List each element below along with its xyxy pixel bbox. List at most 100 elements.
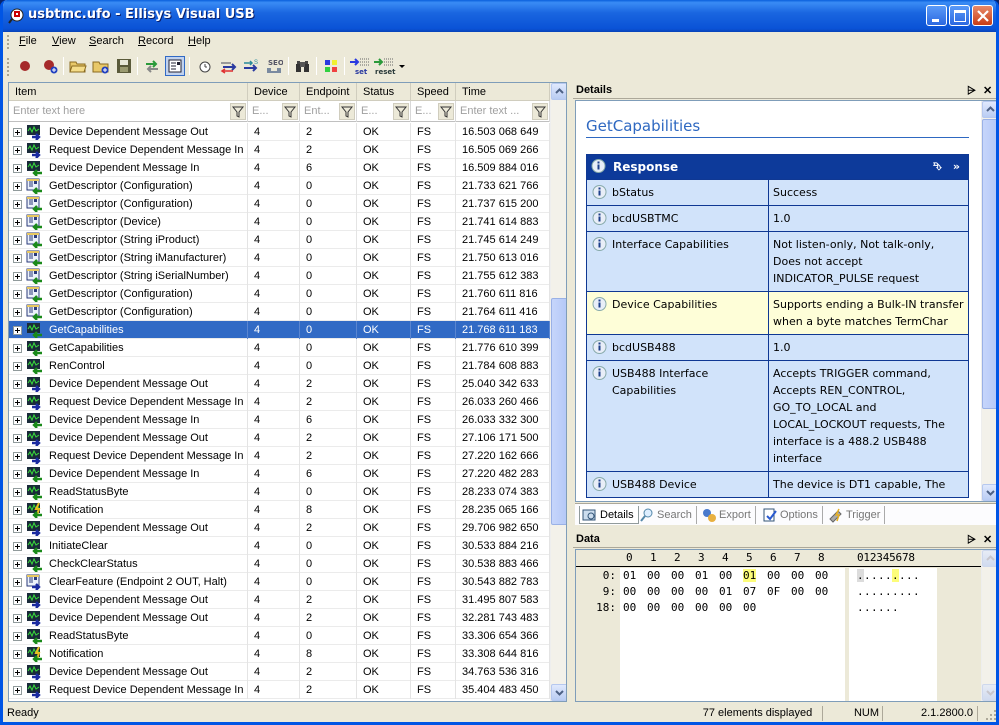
open-add-button[interactable]	[91, 56, 111, 76]
toolbar-overflow-button[interactable]	[397, 56, 407, 76]
ascii-char[interactable]: .	[864, 569, 871, 582]
hex-byte[interactable]: 00	[695, 585, 708, 598]
ascii-char[interactable]: .	[885, 569, 892, 582]
ascii-char[interactable]: .	[878, 601, 885, 614]
expand-toggle[interactable]	[13, 668, 22, 677]
expand-toggle[interactable]	[13, 182, 22, 191]
details-view-button[interactable]	[165, 56, 185, 76]
table-row[interactable]: Device Dependent Message Out 4 2 OK FS 27.106…	[9, 429, 550, 447]
ascii-char[interactable]: .	[871, 585, 878, 598]
expand-toggle[interactable]	[13, 272, 22, 281]
filter-funnel-button[interactable]	[393, 103, 409, 120]
table-row[interactable]: Notification 4 8 OK FS 33.308 644 816	[9, 645, 550, 663]
expand-right-icon[interactable]: »	[953, 155, 960, 179]
expand-toggle[interactable]	[13, 578, 22, 587]
tab-trigger[interactable]: Trigger	[826, 506, 886, 524]
table-row[interactable]: Request Device Dependent Message In 4 2 OK F…	[9, 141, 550, 159]
table-row[interactable]: Device Dependent Message Out 4 2 OK FS 31.495…	[9, 591, 550, 609]
filter-item-input[interactable]: Enter text here	[9, 101, 248, 122]
filter-funnel-button[interactable]	[339, 103, 355, 120]
hex-byte[interactable]: 00	[815, 585, 828, 598]
table-row[interactable]: GetDescriptor (Configuration) 4 0 OK FS 21.76…	[9, 285, 550, 303]
find-button[interactable]	[293, 56, 313, 76]
table-row[interactable]: GetDescriptor (Configuration) 4 0 OK FS 21.73…	[9, 195, 550, 213]
ascii-char[interactable]: .	[913, 585, 920, 598]
menu-search[interactable]: Search	[89, 35, 124, 47]
column-header-time[interactable]: Time	[456, 83, 550, 101]
ascii-char[interactable]: .	[892, 585, 899, 598]
hex-byte[interactable]: 00	[671, 601, 684, 614]
pane-splitter[interactable]	[568, 82, 574, 702]
ascii-char[interactable]: .	[857, 585, 864, 598]
column-header-device[interactable]: Device	[248, 83, 300, 101]
table-row[interactable]: Notification 4 8 OK FS 28.235 065 166	[9, 501, 550, 519]
hex-byte[interactable]: 00	[623, 601, 636, 614]
expand-toggle[interactable]	[13, 632, 22, 641]
filter-funnel-button[interactable]	[230, 103, 246, 120]
expand-toggle[interactable]	[13, 218, 22, 227]
hex-byte[interactable]: 07	[743, 585, 756, 598]
ascii-char[interactable]: .	[871, 601, 878, 614]
table-row[interactable]: Device Dependent Message Out 4 2 OK FS 29.706…	[9, 519, 550, 537]
close-pane-icon[interactable]: ✕	[983, 83, 992, 100]
data-scroll-down-button[interactable]	[982, 684, 996, 701]
table-row[interactable]: ReadStatusByte 4 0 OK FS 33.306 654 366	[9, 627, 550, 645]
hex-byte[interactable]: 00	[623, 585, 636, 598]
menu-view[interactable]: View	[52, 35, 76, 47]
ascii-char[interactable]: .	[857, 569, 864, 582]
expand-toggle[interactable]	[13, 128, 22, 137]
table-row[interactable]: CheckClearStatus 4 0 OK FS 30.538 883 466	[9, 555, 550, 573]
filter-funnel-button[interactable]	[532, 103, 548, 120]
ascii-char[interactable]: .	[892, 601, 899, 614]
ascii-char[interactable]: .	[878, 569, 885, 582]
filter-device-input[interactable]: E...	[248, 101, 300, 122]
scroll-up-button[interactable]	[551, 83, 566, 100]
expand-toggle[interactable]	[13, 236, 22, 245]
close-pane-icon[interactable]: ✕	[983, 532, 992, 549]
filter-funnel-button[interactable]	[282, 103, 298, 120]
ascii-char[interactable]: .	[864, 601, 871, 614]
transfers-button[interactable]	[218, 56, 238, 76]
tab-search[interactable]: Search	[637, 506, 697, 524]
pin-icon[interactable]: ⩥	[967, 532, 976, 549]
table-row[interactable]: GetDescriptor (Configuration) 4 0 OK FS 21.76…	[9, 303, 550, 321]
ascii-char[interactable]: .	[906, 585, 913, 598]
column-header-status[interactable]: Status	[357, 83, 411, 101]
ascii-char[interactable]: .	[871, 569, 878, 582]
table-row[interactable]: Request Device Dependent Message In 4 2 OK F…	[9, 393, 550, 411]
expand-toggle[interactable]	[13, 506, 22, 515]
detail-field-row[interactable]: Interface Capabilities Not listen-only, N…	[587, 231, 968, 291]
expand-toggle[interactable]	[13, 416, 22, 425]
list-scrollbar[interactable]	[550, 83, 566, 701]
set-button[interactable]: set	[349, 56, 371, 76]
detail-field-row[interactable]: bcdUSB488 1.0	[587, 334, 968, 360]
table-row[interactable]: Device Dependent Message Out 4 2 OK FS 25.040…	[9, 375, 550, 393]
ascii-char[interactable]: .	[885, 585, 892, 598]
ascii-char[interactable]: .	[892, 569, 899, 582]
table-row[interactable]: ReadStatusByte 4 0 OK FS 28.233 074 383	[9, 483, 550, 501]
details-scroll-up-button[interactable]	[982, 101, 996, 118]
ascii-char[interactable]: .	[906, 569, 913, 582]
filter-speed-input[interactable]: E...	[411, 101, 456, 122]
expand-toggle[interactable]	[13, 380, 22, 389]
expand-toggle[interactable]	[13, 470, 22, 479]
hex-byte[interactable]: 00	[815, 569, 828, 582]
table-row[interactable]: Device Dependent Message In 4 6 OK FS 27.220 …	[9, 465, 550, 483]
hex-byte[interactable]: 01	[623, 569, 636, 582]
response-section-header[interactable]: Response ⮷ »	[587, 155, 968, 179]
hex-byte[interactable]: 00	[719, 601, 732, 614]
expand-toggle[interactable]	[13, 200, 22, 209]
hex-byte[interactable]: 01	[719, 585, 732, 598]
filter-endpoint-input[interactable]: Ent...	[300, 101, 357, 122]
hex-byte[interactable]: 00	[647, 569, 660, 582]
hex-byte[interactable]: 01	[743, 569, 757, 582]
table-row[interactable]: Device Dependent Message In 4 6 OK FS 16.509 …	[9, 159, 550, 177]
column-header-speed[interactable]: Speed	[411, 83, 456, 101]
tab-details[interactable]: Details	[579, 506, 639, 524]
reset-button[interactable]: reset	[373, 56, 397, 76]
table-row[interactable]: Request Device Dependent Message In 4 2 OK F…	[9, 447, 550, 465]
filter-funnel-button[interactable]	[438, 103, 454, 120]
expand-toggle[interactable]	[13, 560, 22, 569]
hex-byte[interactable]: 00	[791, 569, 804, 582]
menu-grip[interactable]	[7, 35, 10, 49]
